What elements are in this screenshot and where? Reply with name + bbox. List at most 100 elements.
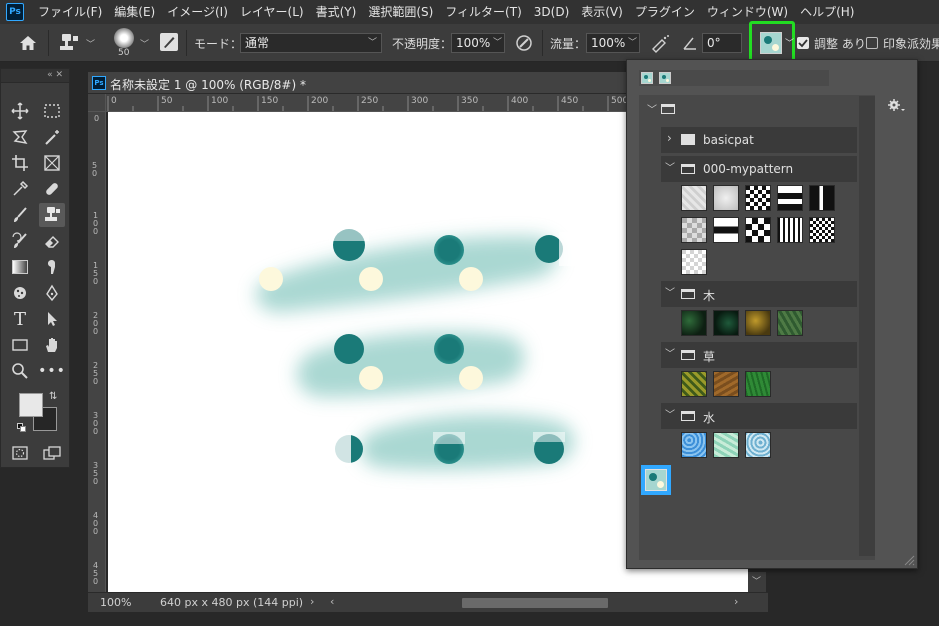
- pattern-swatch[interactable]: [809, 217, 835, 243]
- pattern-swatch[interactable]: [681, 432, 707, 458]
- ruler-origin[interactable]: [88, 94, 106, 112]
- pressure-opacity-icon[interactable]: [514, 33, 534, 53]
- mode-select[interactable]: 通常 ﹀: [240, 33, 382, 53]
- scroll-right-icon[interactable]: ›: [734, 595, 738, 608]
- eraser-tool-icon[interactable]: [39, 229, 65, 253]
- scroll-left-icon[interactable]: ‹: [330, 595, 334, 608]
- history-brush-tool-icon[interactable]: [7, 229, 33, 253]
- pattern-group-water[interactable]: ﹀ 水: [661, 403, 857, 429]
- pattern-swatch[interactable]: [681, 185, 707, 211]
- path-selection-tool-icon[interactable]: [39, 307, 65, 331]
- selected-pattern-swatch[interactable]: [641, 465, 671, 495]
- chevron-down-icon[interactable]: ﹀: [86, 37, 95, 50]
- pattern-swatch[interactable]: [777, 217, 803, 243]
- pattern-group-basicpat[interactable]: › basicpat: [661, 127, 857, 153]
- pattern-group-wood[interactable]: ﹀ 木: [661, 281, 857, 307]
- flow-field[interactable]: 100% ﹀: [586, 33, 640, 53]
- pattern-stamp-tool-icon[interactable]: [39, 203, 65, 227]
- panel-settings-gear-icon[interactable]: [887, 98, 905, 114]
- root-folder-row[interactable]: ﹀: [639, 97, 859, 121]
- menu-3d[interactable]: 3D(D): [528, 0, 575, 24]
- pattern-swatch[interactable]: [745, 217, 771, 243]
- recent-pattern-icon[interactable]: [659, 72, 671, 84]
- swap-colors-icon[interactable]: ⇅: [49, 391, 57, 402]
- smudge-tool-icon[interactable]: [39, 255, 65, 279]
- impressionist-checkbox[interactable]: [866, 37, 878, 49]
- chevron-down-icon[interactable]: ﹀: [665, 345, 675, 360]
- rectangle-tool-icon[interactable]: [7, 333, 33, 357]
- menu-plugins[interactable]: プラグイン: [629, 0, 701, 24]
- horizontal-scrollbar-thumb[interactable]: [462, 598, 608, 608]
- move-tool-icon[interactable]: [7, 99, 33, 123]
- pattern-swatch[interactable]: [681, 371, 707, 397]
- aligned-checkbox[interactable]: [797, 37, 809, 49]
- chevron-right-icon[interactable]: ›: [310, 595, 314, 608]
- pattern-swatch[interactable]: [681, 217, 707, 243]
- opacity-field[interactable]: 100% ﹀: [451, 33, 505, 53]
- pattern-swatch[interactable]: [745, 185, 771, 211]
- pattern-swatch[interactable]: [809, 185, 835, 211]
- hand-tool-icon[interactable]: [39, 333, 65, 357]
- chevron-down-icon[interactable]: ﹀: [140, 37, 149, 50]
- vertical-scrollbar[interactable]: ﹀: [748, 572, 766, 592]
- chevron-down-icon[interactable]: ﹀: [665, 406, 675, 421]
- pattern-group-mypattern[interactable]: ﹀ 000-mypattern: [661, 156, 857, 182]
- resize-grip-icon[interactable]: [903, 554, 915, 566]
- brush-tool-icon[interactable]: [7, 203, 33, 227]
- sponge-tool-icon[interactable]: [7, 281, 33, 305]
- menu-view[interactable]: 表示(V): [575, 0, 629, 24]
- menu-help[interactable]: ヘルプ(H): [794, 0, 860, 24]
- tools-panel-header[interactable]: « ✕: [1, 69, 69, 83]
- lasso-tool-icon[interactable]: [7, 125, 33, 149]
- pattern-swatch[interactable]: [745, 432, 771, 458]
- pattern-swatch[interactable]: [777, 310, 803, 336]
- magic-wand-tool-icon[interactable]: [39, 125, 65, 149]
- pattern-swatch[interactable]: [713, 310, 739, 336]
- eyedropper-tool-icon[interactable]: [7, 177, 33, 201]
- pattern-picker-button[interactable]: ﹀: [749, 21, 795, 63]
- panel-scrollbar[interactable]: [859, 96, 875, 556]
- scroll-down-icon[interactable]: ﹀: [752, 574, 761, 587]
- recent-pattern-icon[interactable]: [641, 72, 653, 84]
- pattern-swatch[interactable]: [745, 371, 771, 397]
- zoom-tool-icon[interactable]: [7, 359, 33, 383]
- foreground-color-swatch[interactable]: [19, 393, 43, 417]
- zoom-level[interactable]: 100%: [100, 596, 131, 609]
- pattern-group-grass[interactable]: ﹀ 草: [661, 342, 857, 368]
- screen-mode-icon[interactable]: [39, 441, 65, 465]
- healing-brush-tool-icon[interactable]: [39, 177, 65, 201]
- pattern-swatch[interactable]: [681, 249, 707, 275]
- pattern-swatch[interactable]: [681, 310, 707, 336]
- chevron-down-icon[interactable]: ﹀: [647, 101, 657, 116]
- vertical-ruler[interactable]: 0 50 100 150 200 250 300 350 400 450: [88, 112, 106, 592]
- pattern-swatch[interactable]: [713, 432, 739, 458]
- angle-field[interactable]: 0°: [702, 33, 742, 53]
- more-tools-icon[interactable]: •••: [38, 359, 65, 383]
- type-tool-icon[interactable]: T: [7, 307, 33, 331]
- quick-mask-icon[interactable]: [7, 441, 33, 465]
- chevron-right-icon[interactable]: ›: [667, 131, 672, 145]
- pattern-swatch[interactable]: [713, 371, 739, 397]
- pattern-swatch[interactable]: [745, 310, 771, 336]
- frame-tool-icon[interactable]: [39, 151, 65, 175]
- pattern-swatch[interactable]: [713, 185, 739, 211]
- chevron-down-icon[interactable]: ﹀: [665, 159, 675, 174]
- brush-settings-icon[interactable]: [160, 33, 178, 51]
- menu-image[interactable]: イメージ(I): [161, 0, 234, 24]
- crop-tool-icon[interactable]: [7, 151, 33, 175]
- menu-select[interactable]: 選択範囲(S): [362, 0, 439, 24]
- menu-type[interactable]: 書式(Y): [310, 0, 363, 24]
- menu-filter[interactable]: フィルター(T): [439, 0, 527, 24]
- default-colors-icon[interactable]: [17, 423, 27, 433]
- pattern-swatch[interactable]: [777, 185, 803, 211]
- menu-edit[interactable]: 編集(E): [108, 0, 161, 24]
- airbrush-icon[interactable]: [650, 33, 670, 53]
- menu-file[interactable]: ファイル(F): [32, 0, 108, 24]
- gradient-tool-icon[interactable]: [7, 255, 33, 279]
- pattern-swatch[interactable]: [713, 217, 739, 243]
- home-icon[interactable]: [18, 34, 38, 52]
- pattern-stamp-icon[interactable]: [58, 32, 80, 54]
- brush-preview-icon[interactable]: [114, 28, 134, 48]
- chevron-down-icon[interactable]: ﹀: [665, 284, 675, 299]
- menu-layer[interactable]: レイヤー(L): [234, 0, 310, 24]
